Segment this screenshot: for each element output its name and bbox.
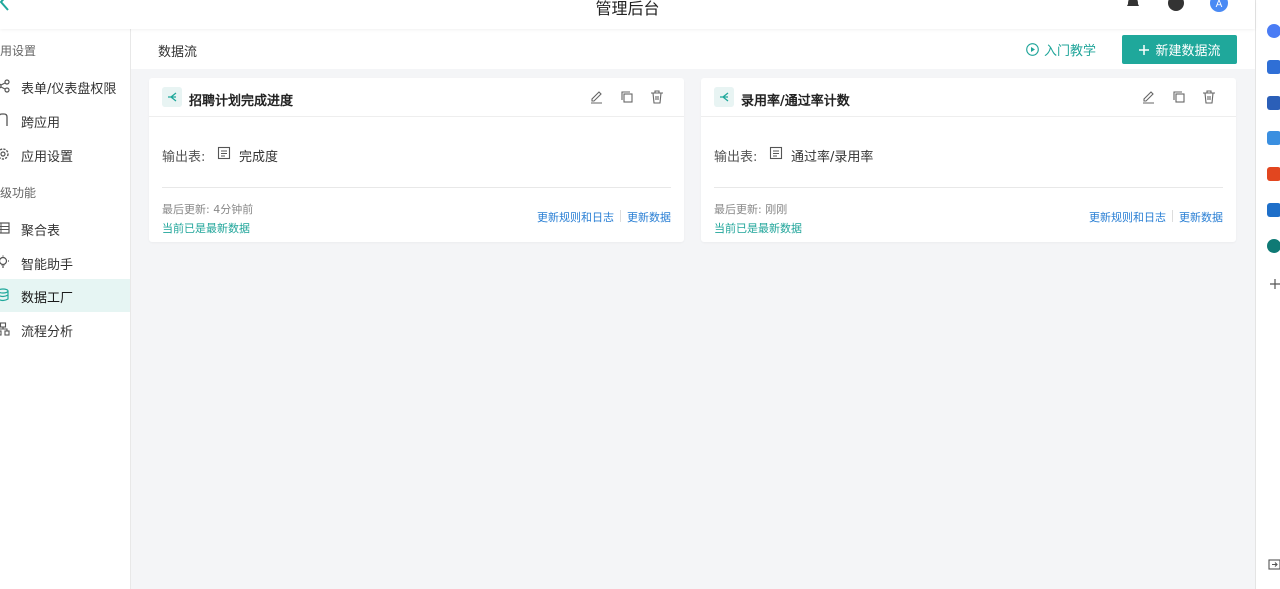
dataflow-card[interactable]: 招聘计划完成进度 输出表: 完成度 最后更新: 4分钟前 当前已是最新数据 更新… bbox=[149, 78, 684, 242]
last-updated: 最后更新: 4分钟前 bbox=[162, 203, 254, 216]
sidebar-item-form-permissions[interactable]: 表单/仪表盘权限 bbox=[0, 70, 130, 103]
tag-icon[interactable] bbox=[1267, 60, 1280, 74]
briefcase-icon[interactable] bbox=[1267, 96, 1280, 110]
update-data-link[interactable]: 更新数据 bbox=[1179, 209, 1223, 225]
top-bar: 管理后台 A bbox=[0, 0, 1255, 29]
edit-icon[interactable] bbox=[589, 89, 605, 105]
avatar[interactable]: A bbox=[1210, 0, 1228, 12]
link-separator bbox=[1172, 210, 1173, 222]
output-table-name[interactable]: 通过率/录用率 bbox=[791, 146, 873, 165]
divider bbox=[162, 187, 671, 188]
sidebar-item-label: 数据工厂 bbox=[21, 291, 74, 306]
table-doc-icon bbox=[769, 146, 783, 160]
database-icon bbox=[0, 288, 9, 302]
play-circle-icon bbox=[1026, 43, 1039, 56]
new-dataflow-button[interactable]: 新建数据流 bbox=[1122, 35, 1237, 64]
delete-icon[interactable] bbox=[1201, 89, 1217, 105]
new-dataflow-label: 新建数据流 bbox=[1155, 44, 1221, 59]
update-data-link[interactable]: 更新数据 bbox=[627, 209, 671, 225]
card-links: 更新规则和日志 更新数据 bbox=[537, 209, 671, 225]
copy-icon[interactable] bbox=[619, 89, 635, 105]
people-icon[interactable] bbox=[1267, 131, 1280, 145]
office-icon[interactable] bbox=[1267, 167, 1280, 181]
dataflow-card[interactable]: 录用率/通过率计数 输出表: 通过率/录用率 最后更新: 刚刚 当前已是最新数据… bbox=[701, 78, 1236, 242]
table-doc-icon bbox=[217, 146, 231, 160]
status-text: 当前已是最新数据 bbox=[714, 222, 802, 235]
plus-icon bbox=[1139, 44, 1150, 55]
last-updated: 最后更新: 刚刚 bbox=[714, 203, 788, 216]
page-title: 管理后台 bbox=[595, 0, 660, 18]
plus-icon[interactable] bbox=[1269, 278, 1280, 290]
sidebar-item-label: 应用设置 bbox=[21, 150, 74, 165]
output-label: 输出表: bbox=[162, 150, 206, 165]
sidebar-item-smart-assistant[interactable]: 智能助手 bbox=[0, 246, 130, 279]
dataflow-icon bbox=[714, 87, 734, 107]
tree-icon[interactable] bbox=[1267, 239, 1280, 253]
status-text: 当前已是最新数据 bbox=[162, 222, 250, 235]
svg-text:A: A bbox=[1216, 0, 1223, 10]
sidebar-item-flow-analysis[interactable]: 流程分析 bbox=[0, 313, 130, 346]
collapse-panel-icon[interactable] bbox=[1268, 558, 1280, 571]
dataflow-icon bbox=[162, 87, 182, 107]
breadcrumb: 数据流 bbox=[158, 45, 198, 60]
sidebar-item-aggregate-table[interactable]: 聚合表 bbox=[0, 212, 130, 245]
share-icon bbox=[0, 79, 10, 93]
output-label: 输出表: bbox=[714, 150, 758, 165]
divider bbox=[714, 187, 1223, 188]
tutorial-label: 入门教学 bbox=[1044, 44, 1097, 59]
delete-icon[interactable] bbox=[649, 89, 665, 105]
tutorial-link[interactable]: 入门教学 bbox=[1026, 40, 1096, 59]
sidebar-section-title: 用设置 bbox=[0, 44, 37, 58]
help-icon[interactable] bbox=[1167, 0, 1185, 12]
bell-icon[interactable] bbox=[1124, 0, 1142, 12]
lightbulb-icon bbox=[0, 255, 9, 268]
side-panel-rail bbox=[1255, 0, 1280, 589]
content-header: 数据流 入门教学 新建数据流 bbox=[131, 29, 1255, 69]
sidebar-item-label: 智能助手 bbox=[21, 258, 74, 273]
outlook-icon[interactable] bbox=[1267, 203, 1280, 217]
output-table-name[interactable]: 完成度 bbox=[239, 146, 278, 165]
card-header: 录用率/通过率计数 bbox=[701, 78, 1236, 117]
card-header: 招聘计划完成进度 bbox=[149, 78, 684, 117]
sidebar-item-data-factory[interactable]: 数据工厂 bbox=[0, 279, 130, 312]
sidebar-item-label: 聚合表 bbox=[21, 224, 61, 239]
sidebar-item-label: 表单/仪表盘权限 bbox=[21, 82, 117, 97]
table-icon bbox=[0, 222, 10, 234]
gear-icon bbox=[0, 148, 9, 160]
sidebar-item-label: 跨应用 bbox=[21, 116, 61, 131]
sidebar-item-label: 流程分析 bbox=[21, 325, 74, 340]
rules-and-logs-link[interactable]: 更新规则和日志 bbox=[1089, 209, 1166, 225]
card-links: 更新规则和日志 更新数据 bbox=[1089, 209, 1223, 225]
copy-icon[interactable] bbox=[1171, 89, 1187, 105]
card-title: 录用率/通过率计数 bbox=[741, 94, 850, 109]
sidebar-item-cross-app[interactable]: 跨应用 bbox=[0, 104, 130, 137]
card-title: 招聘计划完成进度 bbox=[189, 94, 294, 109]
flow-icon bbox=[0, 322, 10, 336]
sidebar-item-app-settings[interactable]: 应用设置 bbox=[0, 138, 130, 171]
rules-and-logs-link[interactable]: 更新规则和日志 bbox=[537, 209, 614, 225]
sidebar: 用设置 表单/仪表盘权限 跨应用 应用设置 级功能 聚合表 智能助手 数据工厂 … bbox=[0, 29, 131, 589]
sidebar-section-title: 级功能 bbox=[0, 186, 37, 200]
edit-icon[interactable] bbox=[1141, 89, 1157, 105]
sparkle-icon[interactable] bbox=[1267, 24, 1280, 38]
cross-app-icon bbox=[0, 113, 8, 126]
link-separator bbox=[620, 210, 621, 222]
